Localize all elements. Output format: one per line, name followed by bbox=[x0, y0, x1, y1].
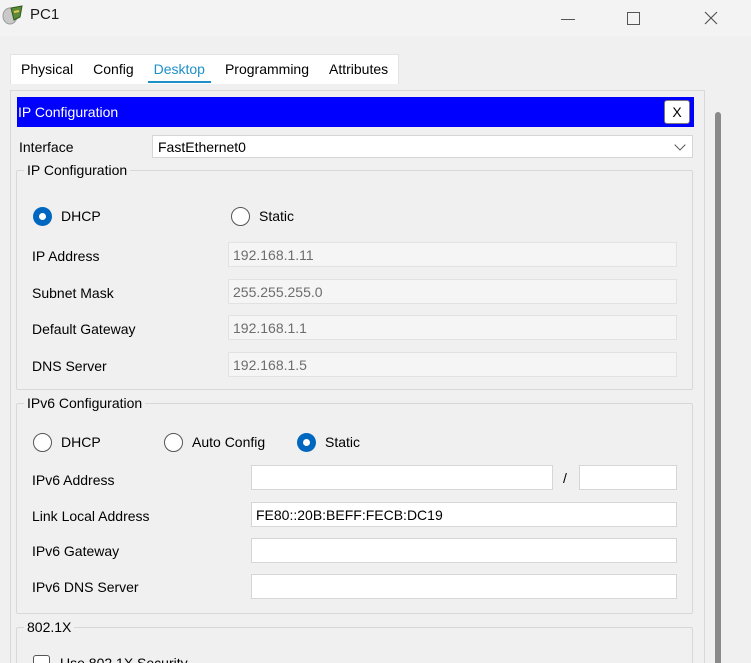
ipv6-address-field[interactable] bbox=[251, 465, 553, 490]
subnet-mask-label: Subnet Mask bbox=[32, 285, 114, 301]
ipv6-static-label: Static bbox=[325, 434, 361, 450]
maximize-icon bbox=[626, 11, 640, 25]
tab-programming[interactable]: Programming bbox=[215, 55, 319, 85]
default-gateway-label: Default Gateway bbox=[32, 321, 136, 337]
minimize-icon bbox=[561, 18, 575, 20]
use-8021x-label: Use 802.1X Security bbox=[60, 655, 188, 663]
header-title: IP Configuration bbox=[18, 104, 119, 120]
ip-address-label: IP Address bbox=[32, 248, 100, 264]
use-8021x-checkbox[interactable] bbox=[33, 655, 50, 663]
link-local-address-label: Link Local Address bbox=[32, 508, 150, 524]
ipv4-static-label: Static bbox=[259, 208, 295, 224]
dot1x-legend: 802.1X bbox=[27, 619, 72, 635]
tab-desktop[interactable]: Desktop bbox=[144, 55, 215, 85]
ipv6-configuration-legend: IPv6 Configuration bbox=[27, 395, 143, 411]
active-tab-indicator bbox=[147, 81, 211, 83]
title-bar: PC1 bbox=[0, 0, 751, 36]
tab-bar: Physical Config Desktop Programming Attr… bbox=[10, 54, 400, 85]
tab-desktop-label: Desktop bbox=[153, 61, 205, 77]
tab-config[interactable]: Config bbox=[83, 55, 143, 85]
ipv6-dhcp-label: DHCP bbox=[61, 434, 101, 450]
ip-address-field[interactable] bbox=[228, 242, 677, 267]
tab-physical[interactable]: Physical bbox=[11, 55, 83, 85]
dns-server-field[interactable] bbox=[228, 352, 677, 377]
ipv6-dns-server-field[interactable] bbox=[251, 574, 677, 599]
ipv6-dns-server-label: IPv6 DNS Server bbox=[32, 579, 139, 595]
ipv6-gateway-field[interactable] bbox=[251, 538, 677, 563]
ipv6-auto-config-label: Auto Config bbox=[192, 434, 266, 450]
ip-configuration-header: IP Configuration X bbox=[17, 97, 694, 127]
ipv6-prefix-field[interactable] bbox=[579, 465, 677, 490]
close-icon bbox=[704, 11, 718, 25]
chevron-down-icon bbox=[674, 139, 686, 151]
close-app-button[interactable]: X bbox=[664, 100, 690, 124]
ipv6-dhcp-radio[interactable] bbox=[33, 433, 52, 452]
interface-label: Interface bbox=[19, 139, 74, 155]
maximize-button[interactable] bbox=[610, 0, 656, 36]
ipv4-dhcp-label: DHCP bbox=[61, 208, 101, 224]
ipv4-dhcp-radio[interactable] bbox=[33, 207, 52, 226]
tab-strip: Physical Config Desktop Programming Attr… bbox=[0, 36, 751, 84]
tab-attributes[interactable]: Attributes bbox=[319, 55, 398, 85]
prefix-separator: / bbox=[563, 470, 567, 486]
minimize-button[interactable] bbox=[545, 0, 591, 36]
ipv6-auto-config-radio[interactable] bbox=[164, 433, 183, 452]
dns-server-label: DNS Server bbox=[32, 358, 107, 374]
ipv6-gateway-label: IPv6 Gateway bbox=[32, 543, 120, 559]
ipv6-address-label: IPv6 Address bbox=[32, 472, 115, 488]
close-window-button[interactable] bbox=[688, 0, 734, 36]
subnet-mask-field[interactable] bbox=[228, 279, 677, 304]
link-local-address-field[interactable] bbox=[251, 502, 677, 527]
ip-configuration-legend: IP Configuration bbox=[27, 162, 128, 178]
ipv6-static-radio[interactable] bbox=[297, 433, 316, 452]
interface-value: FastEthernet0 bbox=[158, 139, 246, 155]
packet-tracer-pc-icon bbox=[2, 5, 23, 25]
default-gateway-field[interactable] bbox=[228, 315, 677, 340]
window-title: PC1 bbox=[30, 6, 60, 23]
ipv4-static-radio[interactable] bbox=[231, 207, 250, 226]
interface-select[interactable]: FastEthernet0 bbox=[152, 135, 693, 158]
vertical-scrollbar[interactable] bbox=[715, 112, 721, 663]
